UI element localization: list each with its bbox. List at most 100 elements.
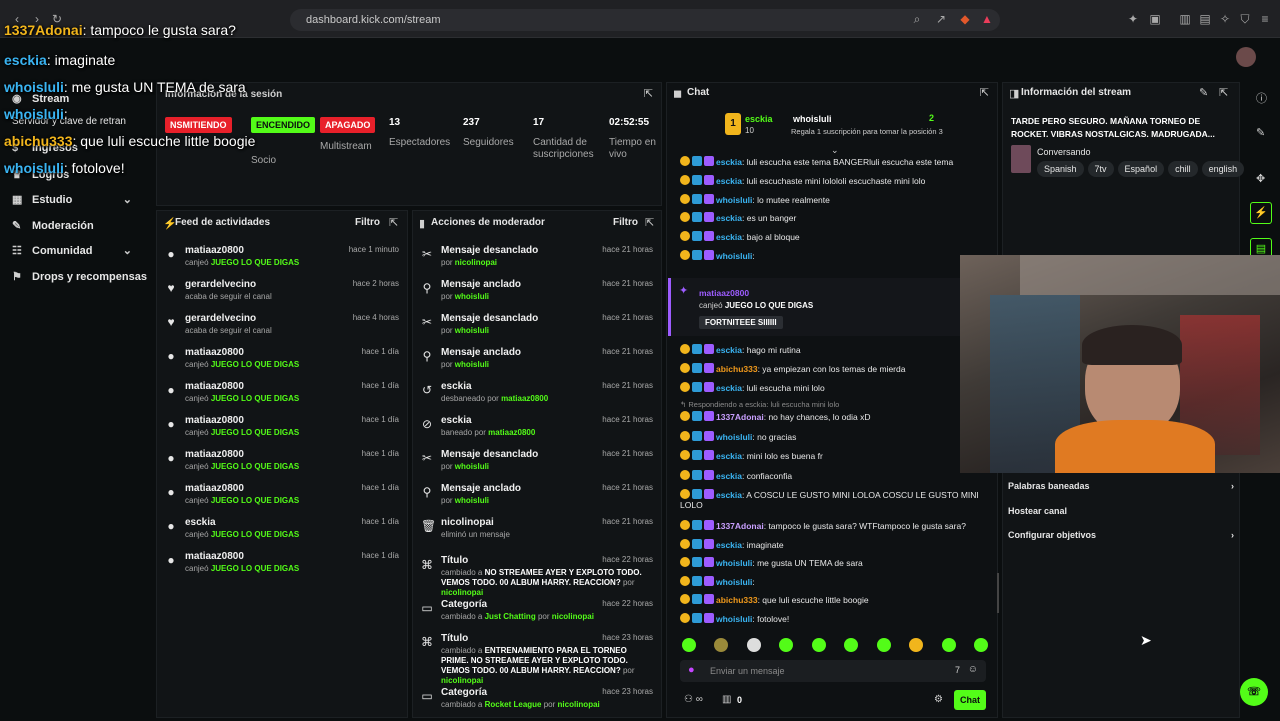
edit-icon[interactable]: ✎: [1256, 126, 1265, 139]
emote-icon[interactable]: [682, 638, 696, 652]
chat-wrap-text: LOLO: [680, 500, 703, 510]
gift-icon[interactable]: ▥: [722, 694, 731, 705]
share-icon[interactable]: ↗: [934, 12, 948, 26]
chat-username[interactable]: esckia: [716, 383, 742, 393]
mod-badge-icon: [692, 362, 702, 373]
activity-user[interactable]: gerardelvecino: [185, 313, 256, 324]
activity-user[interactable]: matiaaz0800: [185, 415, 244, 426]
chat-username[interactable]: 1337Adonai: [716, 521, 764, 531]
popout-icon[interactable]: ⇱: [1219, 86, 1228, 99]
chat-username[interactable]: abichu333: [716, 595, 758, 605]
emote-icon[interactable]: [973, 638, 988, 652]
socio-label: Socio: [251, 155, 277, 166]
activity-user[interactable]: matiaaz0800: [185, 381, 244, 392]
emote-icon[interactable]: [941, 638, 956, 652]
avatar[interactable]: [1236, 47, 1256, 67]
emote-icon[interactable]: [779, 638, 794, 652]
chat-username[interactable]: abichu333: [716, 364, 758, 374]
extensions-icon[interactable]: ✦: [1126, 12, 1140, 26]
emoji-icon[interactable]: ☺: [968, 664, 978, 675]
studio-icon: ▦: [12, 194, 23, 206]
popout-icon[interactable]: ⇱: [389, 216, 398, 229]
wallet-icon[interactable]: ▤: [1198, 12, 1212, 26]
sidebar-item-comunidad[interactable]: ☷ Comunidad ⌄: [12, 244, 142, 257]
sub-badge-icon: [680, 193, 690, 204]
chat-username[interactable]: esckia: [716, 451, 742, 461]
chat-username[interactable]: esckia: [716, 157, 742, 167]
mod-action-row: ▭ Categoría hace 23 horas cambiado a Roc…: [413, 687, 661, 721]
undo-icon: ↺: [421, 383, 433, 397]
emote-icon[interactable]: [909, 638, 924, 652]
edit-icon[interactable]: ✎: [1199, 86, 1208, 99]
move-icon[interactable]: ✥: [1256, 172, 1265, 185]
mod-filter-button[interactable]: Filtro: [613, 217, 638, 228]
activity-user[interactable]: matiaaz0800: [185, 449, 244, 460]
activity-user[interactable]: matiaaz0800: [185, 483, 244, 494]
info-icon[interactable]: ⓘ: [1256, 90, 1267, 106]
bolt-icon[interactable]: ⚡: [1250, 202, 1272, 224]
chat-username[interactable]: esckia: [716, 490, 742, 500]
send-chat-button[interactable]: Chat: [954, 690, 986, 710]
emote-icon[interactable]: [876, 638, 891, 652]
chat-username[interactable]: esckia: [716, 232, 742, 242]
chat-username[interactable]: whoisluli: [716, 558, 752, 568]
chat-text: : lo mutee realmente: [752, 194, 830, 205]
info-icon: ◨: [1009, 88, 1020, 100]
mod-action-name: Mensaje desanclado: [441, 245, 539, 256]
emote-icon[interactable]: [844, 638, 859, 652]
host-channel-link[interactable]: Hostear canal: [1008, 506, 1067, 516]
banned-words-link[interactable]: Palabras baneadas ›: [1008, 481, 1234, 491]
leo-icon[interactable]: ✧: [1218, 12, 1232, 26]
goals-link[interactable]: Configurar objetivos ›: [1008, 530, 1234, 540]
7tv-icon[interactable]: 7: [955, 665, 960, 675]
popout-icon[interactable]: ⇱: [645, 216, 654, 229]
activity-user[interactable]: matiaaz0800: [185, 245, 244, 256]
chat-message: esckia: mini lolo es buena fr: [680, 450, 823, 461]
chat-username[interactable]: whoisluli: [716, 251, 752, 261]
url-bar[interactable]: dashboard.kick.com/stream: [290, 9, 1000, 31]
activity-user[interactable]: matiaaz0800: [185, 347, 244, 358]
chat-username[interactable]: whoisluli: [716, 432, 752, 442]
gift-badge-icon: [704, 557, 714, 568]
vpn-icon[interactable]: ⛉: [1238, 12, 1252, 26]
sidebar-item-estudio[interactable]: ▦ Estudio ⌄: [12, 193, 142, 206]
activity-user[interactable]: esckia: [185, 517, 216, 528]
collapse-icon[interactable]: ⌄: [831, 145, 839, 156]
sidebar-toggle-icon[interactable]: ▥: [1178, 12, 1192, 26]
help-chat-button[interactable]: ☏: [1240, 678, 1268, 706]
chat-username[interactable]: esckia: [716, 176, 742, 186]
emote-icon[interactable]: [714, 638, 729, 652]
chat-username[interactable]: 1337Adonai: [716, 412, 764, 422]
popout-icon[interactable]: ⇱: [644, 87, 653, 100]
emote-icon[interactable]: [811, 638, 826, 652]
chat-username[interactable]: esckia: [716, 345, 742, 355]
rewards-icon[interactable]: ▲: [980, 12, 994, 26]
chat-username[interactable]: esckia: [716, 471, 742, 481]
sidebar-item-moderacion[interactable]: ✎ Moderación: [12, 219, 94, 232]
followers-label: Seguidores: [463, 137, 514, 148]
search-icon[interactable]: ⌕: [910, 12, 924, 26]
screenshot-icon[interactable]: ▣: [1148, 12, 1162, 26]
gift-badge-icon: [704, 613, 714, 623]
chat-username[interactable]: whoisluli: [716, 195, 752, 205]
activity-row: ♥ gerardelvecino hace 4 horas acaba de segu…: [157, 313, 407, 347]
chat-input[interactable]: ● Enviar un mensaje 7 ☺: [680, 660, 986, 682]
chat-username[interactable]: whoisluli: [716, 614, 752, 624]
brave-shield-icon[interactable]: ◆: [958, 12, 972, 26]
chat-text: : luli escucha mini lolo: [742, 382, 825, 393]
sidebar-item-drops[interactable]: ⚑ Drops y recompensas: [12, 270, 147, 283]
emote-icon[interactable]: [746, 638, 761, 652]
popout-icon[interactable]: ⇱: [980, 86, 989, 99]
settings-icon[interactable]: ⚙: [934, 694, 943, 705]
activity-user[interactable]: matiaaz0800: [185, 551, 244, 562]
activity-user[interactable]: gerardelvecino: [185, 279, 256, 290]
chat-username[interactable]: whoisluli: [716, 577, 752, 587]
activity-filter-button[interactable]: Filtro: [355, 217, 380, 228]
menu-icon[interactable]: ≡: [1258, 12, 1272, 26]
chat-username[interactable]: esckia: [716, 540, 742, 550]
mic-icon[interactable]: ●: [688, 664, 695, 676]
chat-username[interactable]: esckia: [716, 213, 742, 223]
points-icon[interactable]: ⚇ ∞: [684, 694, 703, 705]
chat-scrollbar[interactable]: [997, 573, 999, 613]
mod-badge-icon: [692, 344, 702, 354]
